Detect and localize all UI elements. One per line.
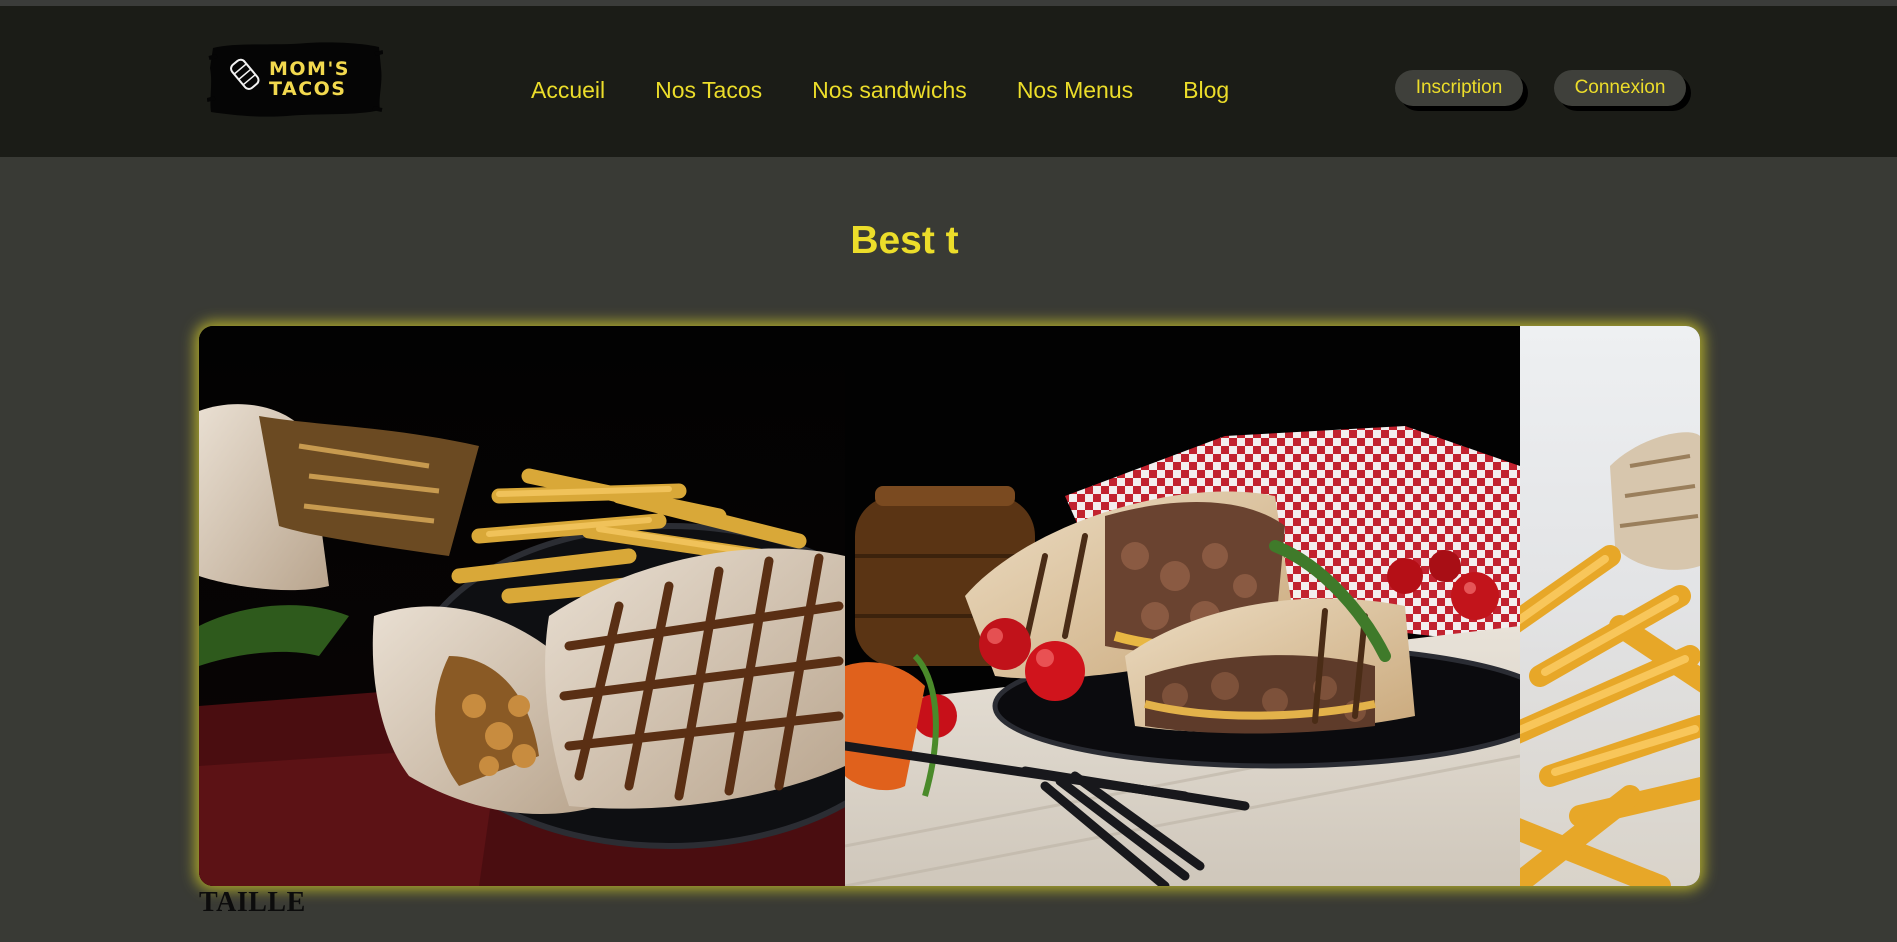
- logo-text-line1: MOM'S: [269, 58, 350, 80]
- logo-text-line2: TACOS: [269, 78, 347, 100]
- nav-link-blog[interactable]: Blog: [1183, 70, 1229, 110]
- main-nav: Accueil Nos Tacos Nos sandwichs Nos Menu…: [531, 70, 1279, 110]
- fries-and-wrap-photo: [1520, 326, 1700, 886]
- moms-tacos-logo[interactable]: MOM'S TACOS: [207, 38, 383, 120]
- carousel-slide-grilled-tacos: [199, 326, 845, 886]
- hero-title: Best t: [850, 219, 959, 262]
- carousel-slide-beef-wrap: [845, 326, 1520, 886]
- nav-link-accueil[interactable]: Accueil: [531, 70, 605, 110]
- logo-text: MOM'S TACOS: [269, 59, 379, 99]
- beef-wrap-with-tomatoes-photo: [845, 326, 1520, 886]
- grilled-tacos-with-fries-photo: [199, 326, 845, 886]
- carousel-slide-fries: [1520, 326, 1700, 886]
- size-section-label: TAILLE: [199, 887, 306, 918]
- image-carousel[interactable]: [199, 326, 1700, 886]
- inscription-button[interactable]: Inscription: [1395, 70, 1523, 106]
- site-header: MOM'S TACOS Accueil Nos Tacos Nos sandwi…: [0, 6, 1897, 157]
- nav-link-nos-menus[interactable]: Nos Menus: [1017, 70, 1133, 110]
- connexion-button[interactable]: Connexion: [1554, 70, 1686, 106]
- nav-link-nos-sandwichs[interactable]: Nos sandwichs: [812, 70, 967, 110]
- nav-link-nos-tacos[interactable]: Nos Tacos: [655, 70, 762, 110]
